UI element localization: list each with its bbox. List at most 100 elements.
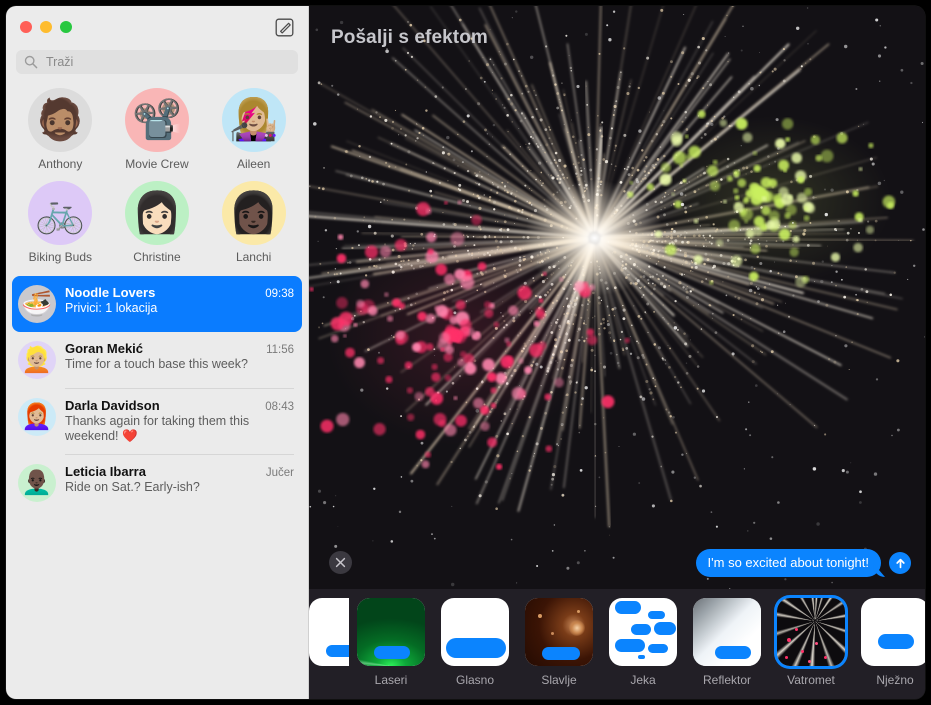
avatar: 👩🏼‍🦰 [18,398,56,436]
pinned-conversation-label: Movie Crew [125,157,189,171]
conversation-timestamp: 09:38 [265,288,294,300]
conversation-row[interactable]: 👱🏼 Goran Mekić 11:56 Time for a touch base … [12,332,302,388]
close-icon[interactable] [329,551,352,574]
effect-label: Slavlje [541,673,577,687]
effect-thumbnail[interactable] [357,598,425,666]
effect-option[interactable]: Jeka [601,598,685,687]
avatar-glyph: 👱🏼 [21,345,53,374]
pinned-conversation[interactable]: 📽️ Movie Crew [109,88,206,171]
effect-option[interactable]: Vatromet [769,598,853,687]
send-arrow-icon[interactable] [889,552,911,574]
pinned-conversation[interactable]: 🚲 Biking Buds [12,181,109,264]
conversation-body: Leticia Ibarra Jučer Ride on Sat.? Early-i… [65,464,294,502]
page-title: Pošalji s efektom [331,27,488,48]
effect-label: Laseri [374,673,408,687]
avatar: 👩🏼‍🎤 [221,88,286,152]
avatar: 🚲 [28,181,93,245]
effect-option[interactable]: Reflektor [685,598,769,687]
avatar-glyph: 👩🏼‍🦰 [21,402,53,431]
effect-option[interactable]: Glasno [433,598,517,687]
effect-option[interactable]: Nježno [853,598,925,687]
avatar-glyph: 🚲 [35,191,86,235]
conversation-row[interactable]: 👨🏿‍🦲 Leticia Ibarra Jučer Ride on Sat.? Ear… [12,455,302,511]
conversation-timestamp: 11:56 [266,344,294,356]
conversation-preview: Thanks again for taking them this weeken… [65,414,250,444]
conversation-body: Darla Davidson 08:43 Thanks again for taki… [65,398,294,445]
effect-thumbnail[interactable] [861,598,925,666]
titlebar [6,6,308,50]
effect-thumbnail[interactable] [309,598,349,666]
message-preview-row: I'm so excited about tonight! [309,549,925,581]
conversation-body: Noodle Lovers 09:38 Privici: 1 lokacija [65,285,294,323]
conversation-list: 🍜 Noodle Lovers 09:38 Privici: 1 lokacija 👱🏼… [12,276,302,511]
conversation-timestamp: Jučer [265,466,294,479]
avatar: 🍜 [18,285,56,323]
conversation-preview: Privici: 1 lokacija [65,301,158,315]
effect-option[interactable]: Slavlje [517,598,601,687]
pinned-conversation[interactable]: 👩🏻 Christine [109,181,206,264]
pinned-conversation-label: Christine [133,250,181,264]
pinned-conversation-label: Biking Buds [28,250,93,264]
avatar-glyph: 👩🏼‍🎤 [228,98,279,142]
conversation-name: Goran Mekić [65,341,144,356]
pinned-conversation[interactable]: 🧔🏽 Anthony [12,88,109,171]
conversation-body: Goran Mekić 11:56 Time for a touch base th… [65,341,294,379]
messages-window: 🧔🏽 Anthony 📽️ Movie Crew 👩🏼‍🎤 Aileen 🚲 Biking B… [6,6,925,699]
pinned-conversation-label: Lanchi [235,250,272,264]
avatar-glyph: 🍜 [21,289,53,318]
avatar: 🧔🏽 [28,88,93,152]
effect-thumbnail[interactable] [441,598,509,666]
pinned-conversations: 🧔🏽 Anthony 📽️ Movie Crew 👩🏼‍🎤 Aileen 🚲 Biking B… [12,74,302,274]
effect-label: Nježno [876,673,914,687]
sidebar: 🧔🏽 Anthony 📽️ Movie Crew 👩🏼‍🎤 Aileen 🚲 Biking B… [6,6,309,699]
effect-thumbnail[interactable] [777,598,845,666]
avatar: 👱🏼 [18,341,56,379]
message-bubble: I'm so excited about tonight! [695,549,881,577]
effects-picker: Laseri Glasno Slavlje Jeka Reflektor Vatromet… [309,589,925,699]
avatar-glyph: 👨🏿‍🦲 [21,468,53,497]
avatar: 👩🏻 [124,181,189,245]
traffic-lights [20,21,72,33]
avatar-glyph: 📽️ [132,98,182,142]
avatar-glyph: 👩🏿 [228,191,279,235]
pinned-conversation[interactable]: 👩🏿 Lanchi [205,181,302,264]
pinned-conversation-label: Aileen [236,157,271,171]
conversation-header: Darla Davidson 08:43 [65,398,294,413]
search-icon [24,55,38,69]
close-window-button[interactable] [20,21,32,33]
avatar: 👩🏿 [221,181,286,245]
effect-thumbnail[interactable] [609,598,677,666]
effect-label: Jeka [630,673,656,687]
conversation-header: Goran Mekić 11:56 [65,341,294,356]
conversation-preview: Time for a touch base this week? [65,357,248,371]
conversation-header: Noodle Lovers 09:38 [65,285,294,300]
minimize-window-button[interactable] [40,21,52,33]
conversation-name: Leticia Ibarra [65,463,146,479]
conversation-row[interactable]: 🍜 Noodle Lovers 09:38 Privici: 1 lokacija [12,276,302,332]
conversation-name: Darla Davidson [65,398,160,413]
effect-option[interactable] [309,598,349,666]
pinned-conversation[interactable]: 👩🏼‍🎤 Aileen [205,88,302,171]
effect-thumbnail[interactable] [525,598,593,666]
effect-thumbnail[interactable] [693,598,761,666]
compose-icon[interactable] [275,18,294,37]
send-with-effect-pane: Pošalji s efektom I'm so excited about t… [309,6,925,699]
avatar-glyph: 🧔🏽 [35,98,86,142]
search-input[interactable] [44,54,290,70]
effect-label: Reflektor [702,673,752,687]
avatar: 👨🏿‍🦲 [18,463,56,502]
search-field[interactable] [16,50,298,74]
fireworks-preview [309,6,925,589]
avatar: 📽️ [124,88,189,152]
effect-label: Glasno [455,673,495,687]
fireworks-graphic [309,6,925,589]
conversation-preview: Ride on Sat.? Early-ish? [65,479,200,494]
avatar-glyph: 👩🏻 [132,191,182,235]
conversation-timestamp: 08:43 [265,401,294,413]
pinned-conversation-label: Anthony [38,157,83,171]
effect-option[interactable]: Laseri [349,598,433,687]
conversation-header: Leticia Ibarra Jučer [65,464,294,479]
conversation-name: Noodle Lovers [65,285,156,300]
zoom-window-button[interactable] [60,21,72,33]
conversation-row[interactable]: 👩🏼‍🦰 Darla Davidson 08:43 Thanks again for … [12,389,302,454]
